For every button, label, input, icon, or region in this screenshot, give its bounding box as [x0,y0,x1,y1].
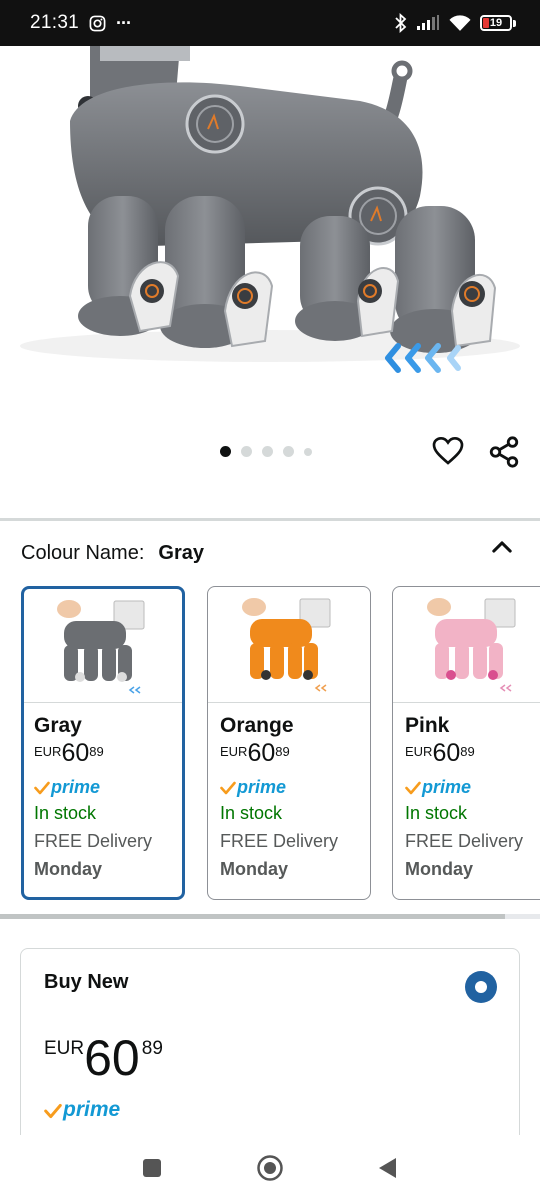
prime-badge: prime [220,774,370,796]
system-nav-bar [0,1135,540,1200]
stock-status: In stock [220,803,283,823]
buy-new-title: Buy New [44,971,129,993]
delivery-label: FREE Delivery [405,831,524,851]
delivery-label: FREE Delivery [34,831,153,851]
colour-swatches: Gray EUR 60 89 prime In stock FREE Deliv… [21,586,540,902]
swatch-scrollbar-thumb[interactable] [0,914,505,919]
wifi-icon [449,14,471,31]
price-currency: EUR [220,744,248,759]
swatch-name: Orange [220,714,294,737]
price-currency: EUR [44,1038,85,1059]
swatch-thumbnail [24,589,182,703]
gallery-dot[interactable] [241,446,252,457]
gallery-dot[interactable] [220,446,231,457]
product-gallery[interactable] [0,46,540,516]
swatch-orange[interactable]: Orange EUR 60 89 prime In stock FREE Del… [207,586,371,900]
prime-label: prime [237,777,287,797]
delivery-label: FREE Delivery [220,831,339,851]
gallery-dot[interactable] [304,447,312,456]
status-bar: 21:31 ··· 19 [0,0,540,46]
swatch-price: EUR 60 89 [34,741,182,766]
price-fraction: 89 [275,744,290,759]
price-whole: 60 [84,1030,140,1086]
status-time: 21:31 [30,12,80,33]
price-whole: 60 [247,739,276,767]
robot-dog-thumbnail-orange [242,598,331,692]
home-circle-icon [257,1155,283,1181]
instagram-icon [89,15,106,31]
gallery-dot[interactable] [283,446,294,457]
swatch-price: EUR 60 89 [405,741,540,766]
price-currency: EUR [34,744,62,759]
price-fraction: 89 [89,744,104,759]
signal-icon [417,15,439,30]
robot-dog-thumbnail-pink [427,598,516,692]
gallery-dot[interactable] [262,446,273,457]
overflow-notifications-icon: ··· [116,12,132,33]
prime-badge: prime [405,774,540,796]
gallery-pagination [220,446,312,457]
battery-icon: 19 [480,15,516,31]
buy-new-radio[interactable] [465,971,497,1003]
swatch-gray[interactable]: Gray EUR 60 89 prime In stock FREE Deliv… [21,586,185,900]
colour-value: Gray [158,541,204,564]
robot-dog-thumbnail-gray [57,600,145,694]
prime-check-icon [220,781,236,795]
price-fraction: 89 [460,744,475,759]
price-whole: 60 [61,739,90,767]
colour-selector-header[interactable]: Colour Name: Gray [21,538,521,568]
chevron-up-icon[interactable] [488,533,516,561]
swatch-thumbnail [393,587,540,703]
prime-badge: prime [44,1099,120,1120]
section-divider [0,518,540,521]
swatch-thumbnail [208,587,370,703]
home-button[interactable] [255,1153,285,1183]
buy-new-price: EUR 60 89 [44,1033,163,1083]
recents-button[interactable] [137,1153,167,1183]
battery-level: 19 [489,17,503,29]
swatch-pink[interactable]: Pink EUR 60 89 prime In stock FREE Deliv… [392,586,540,900]
swatch-price: EUR 60 89 [220,741,370,766]
prime-badge: prime [34,774,182,796]
back-button[interactable] [372,1153,402,1183]
prime-check-icon [405,781,421,795]
delivery-day: Monday [220,859,289,879]
price-currency: EUR [405,744,433,759]
prime-label: prime [422,777,472,797]
swatch-name: Gray [34,714,82,737]
prime-check-icon [44,1103,62,1119]
product-image[interactable] [0,46,540,406]
swatch-scrollbar[interactable] [0,914,540,919]
swatch-name: Pink [405,714,450,737]
stock-status: In stock [405,803,468,823]
bluetooth-icon [395,13,407,33]
price-whole: 60 [432,739,461,767]
heart-icon[interactable] [432,435,464,467]
prime-label: prime [51,777,101,797]
delivery-day: Monday [405,859,474,879]
share-icon[interactable] [487,435,521,469]
back-triangle-icon [379,1158,396,1178]
stock-status: In stock [34,803,97,823]
square-icon [143,1159,161,1177]
prime-check-icon [34,781,50,795]
delivery-day: Monday [34,859,103,879]
colour-label: Colour Name: [21,541,145,564]
prime-label: prime [63,1098,121,1121]
price-fraction: 89 [141,1038,163,1059]
